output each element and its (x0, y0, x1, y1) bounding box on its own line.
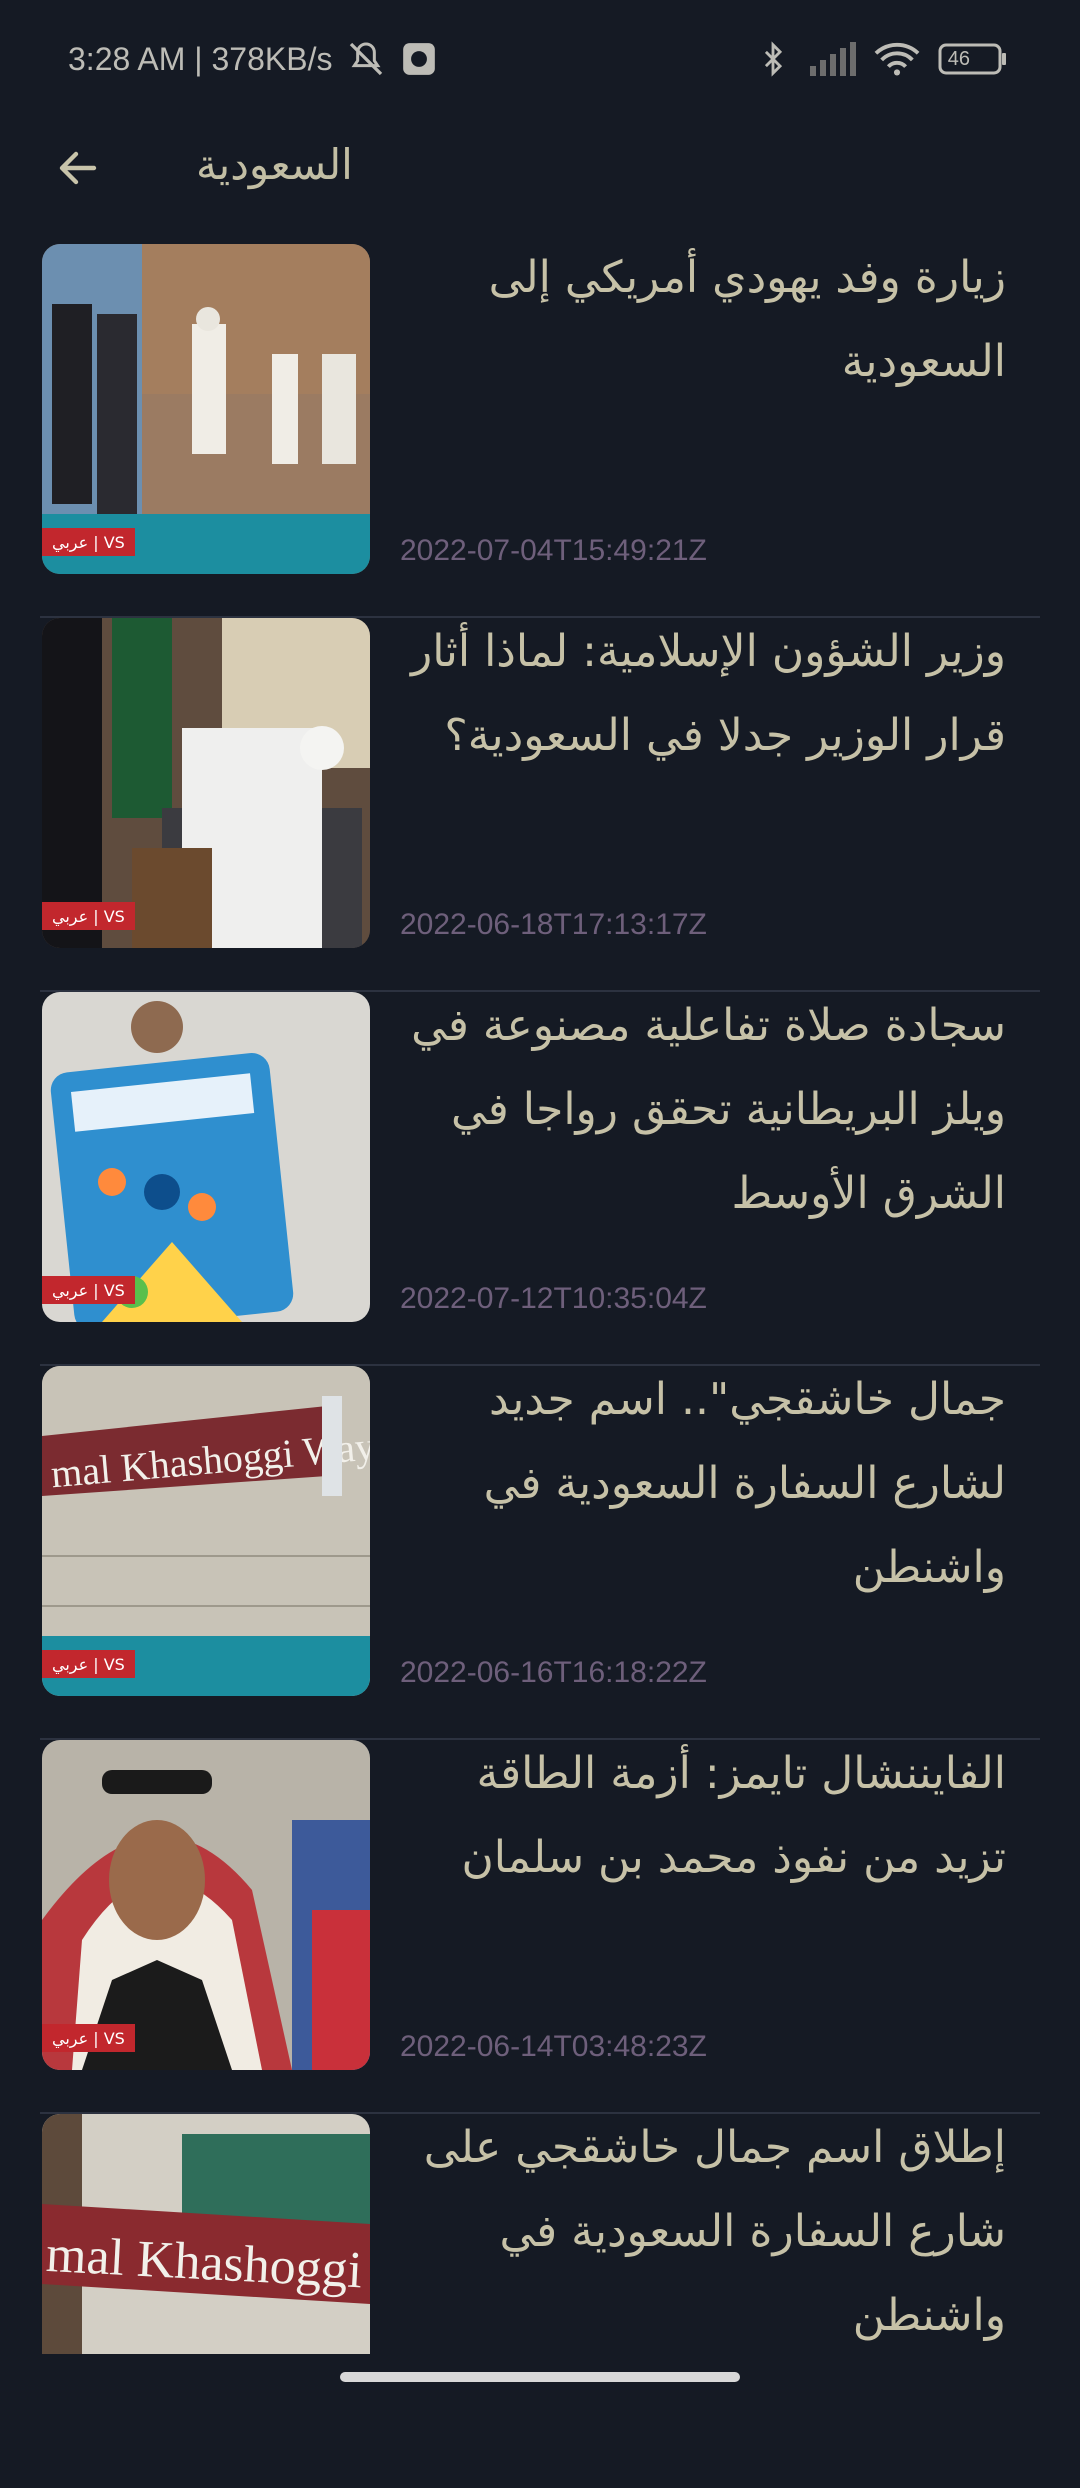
bluetooth-icon (756, 39, 790, 79)
navigation-handle[interactable] (340, 2372, 740, 2382)
article-row[interactable]: عربي | VS سجادة صلاة تفاعلية مصنوعة في و… (40, 992, 1040, 1366)
article-title: زيارة وفد يهودي أمريكي إلى السعودية (488, 252, 1006, 387)
page-title: السعودية (196, 140, 353, 189)
source-badge: عربي | VS (42, 1276, 135, 1304)
article-title: جمال خاشقجي".. اسم جديد لشارع السفارة ال… (483, 1374, 1006, 1593)
article-thumbnail: mal Khashoggi Wa (42, 2114, 370, 2354)
article-thumbnail: عربي | VS (42, 244, 370, 574)
article-title: الفايننشال تايمز: أزمة الطاقة تزيد من نف… (461, 1748, 1006, 1883)
status-time: 3:28 AM | 378KB/s (68, 40, 333, 77)
article-thumbnail: mal Khashoggi Way عربي | VS (42, 1366, 370, 1696)
article-title: وزير الشؤون الإسلامية: لماذا أثار قرار ا… (410, 626, 1006, 761)
back-button[interactable] (48, 138, 108, 198)
article-title: سجادة صلاة تفاعلية مصنوعة في ويلز البريط… (411, 1000, 1006, 1219)
source-badge: عربي | VS (42, 528, 135, 556)
signal-icon (808, 42, 856, 76)
article-thumbnail: عربي | VS (42, 618, 370, 948)
status-bar: 3:28 AM | 378KB/s 46 (0, 0, 1080, 118)
source-badge: عربي | VS (42, 1650, 135, 1678)
article-list: عربي | VS زيارة وفد يهودي أمريكي إلى الس… (0, 244, 1080, 2488)
article-row[interactable]: عربي | VS زيارة وفد يهودي أمريكي إلى الس… (40, 244, 1040, 618)
source-badge: عربي | VS (42, 902, 135, 930)
article-thumbnail: عربي | VS (42, 992, 370, 1322)
article-date: 2022-06-16T16:18:22Z (400, 1656, 707, 1689)
article-row[interactable]: عربي | VS الفايننشال تايمز: أزمة الطاقة … (40, 1740, 1040, 2114)
status-right: 46 (756, 39, 1030, 79)
camera-icon (400, 40, 438, 78)
source-badge: عربي | VS (42, 2024, 135, 2052)
article-thumbnail: عربي | VS (42, 1740, 370, 2070)
back-arrow-icon (59, 151, 97, 185)
app-bar: السعودية (0, 120, 1080, 220)
battery-icon: 46 (938, 41, 1030, 77)
wifi-icon (874, 41, 920, 77)
battery-level: 46 (947, 47, 970, 70)
article-date: 2022-06-18T17:13:17Z (400, 908, 707, 941)
mute-icon (346, 39, 386, 79)
article-row[interactable]: mal Khashoggi Way عربي | VS جمال خاشقجي"… (40, 1366, 1040, 1740)
article-date: 2022-07-04T15:49:21Z (400, 534, 707, 567)
article-row[interactable]: mal Khashoggi Wa إطلاق اسم جمال خاشقجي ع… (40, 2114, 1040, 2488)
article-date: 2022-06-14T03:48:23Z (400, 2030, 707, 2063)
status-left: 3:28 AM | 378KB/s (68, 39, 438, 79)
article-title: إطلاق اسم جمال خاشقجي على شارع السفارة ا… (423, 2122, 1006, 2341)
article-date: 2022-07-12T10:35:04Z (400, 1282, 707, 1315)
article-row[interactable]: عربي | VS وزير الشؤون الإسلامية: لماذا أ… (40, 618, 1040, 992)
